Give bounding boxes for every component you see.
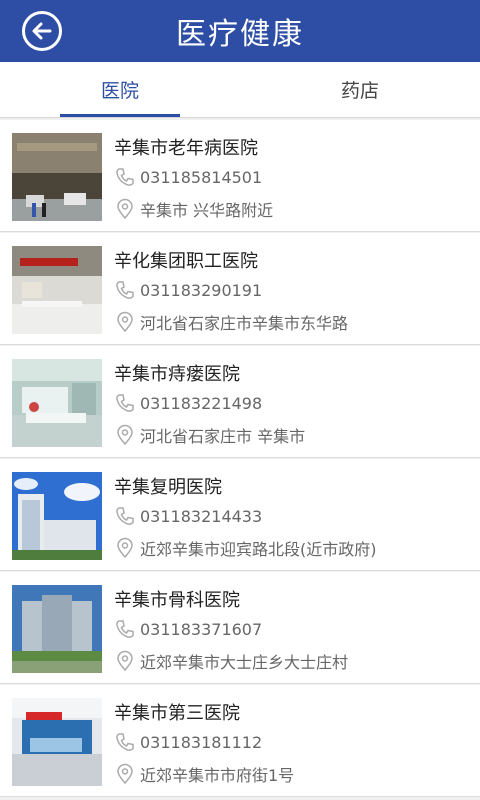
hospital-photo [12, 585, 102, 673]
tab-bar: 医院 药店 [0, 62, 480, 118]
arrow-left-icon [32, 22, 52, 40]
list-item[interactable]: 辛集市骨科医院 031183371607 近郊辛集市大士庄乡大士庄村 [0, 572, 480, 684]
list-item[interactable]: 辛集市第三医院 031183181112 近郊辛集市市府街1号 [0, 685, 480, 797]
phone-line[interactable]: 031183290191 [114, 279, 262, 301]
address-line: 河北省石家庄市 辛集市 [114, 423, 305, 447]
hospital-name: 辛集市第三医院 [114, 703, 240, 724]
location-pin-icon [117, 198, 133, 220]
phone-line[interactable]: 031185814501 [114, 166, 262, 188]
back-button[interactable] [22, 11, 62, 51]
hospital-photo [12, 698, 102, 786]
hospital-name: 辛化集团职工医院 [114, 251, 258, 272]
app-header: 医疗健康 [0, 0, 480, 62]
page-title: 医疗健康 [176, 17, 304, 52]
phone-icon [116, 168, 134, 186]
phone-line[interactable]: 031183371607 [114, 618, 262, 640]
address-line: 近郊辛集市迎宾路北段(近市政府) [114, 536, 377, 560]
phone-number: 031183221498 [140, 393, 263, 413]
hospital-name: 辛集市老年病医院 [114, 138, 258, 159]
list-item[interactable]: 辛化集团职工医院 031183290191 河北省石家庄市辛集市东华路 [0, 233, 480, 345]
list-item[interactable]: 辛集复明医院 031183214433 近郊辛集市迎宾路北段(近市政府) [0, 459, 480, 571]
address-line: 近郊辛集市市府街1号 [114, 762, 294, 786]
phone-line[interactable]: 031183221498 [114, 392, 262, 414]
hospital-photo [12, 246, 102, 334]
phone-line[interactable]: 031183181112 [114, 731, 262, 753]
location-pin-icon [117, 424, 133, 446]
phone-icon [116, 733, 134, 751]
address-line: 近郊辛集市大士庄乡大士庄村 [114, 649, 348, 673]
phone-number: 031183181112 [140, 732, 263, 752]
address-line: 河北省石家庄市辛集市东华路 [114, 310, 348, 334]
location-pin-icon [117, 763, 133, 785]
list-item[interactable]: 辛集市老年病医院 031185814501 辛集市 兴华路附近 [0, 120, 480, 232]
phone-icon [116, 281, 134, 299]
hospital-photo [12, 472, 102, 560]
phone-number: 031183214433 [140, 506, 263, 526]
phone-number: 031183290191 [140, 280, 263, 300]
location-pin-icon [117, 311, 133, 333]
hospital-name: 辛集市痔瘘医院 [114, 364, 240, 385]
address-text: 辛集市 兴华路附近 [140, 201, 274, 220]
tab-hospital[interactable]: 医院 [0, 62, 240, 117]
phone-icon [116, 620, 134, 638]
phone-icon [116, 507, 134, 525]
hospital-photo [12, 133, 102, 221]
address-text: 近郊辛集市大士庄乡大士庄村 [140, 653, 349, 672]
hospital-photo [12, 359, 102, 447]
phone-number: 031183371607 [140, 619, 263, 639]
address-text: 近郊辛集市迎宾路北段(近市政府) [140, 540, 377, 559]
address-text: 近郊辛集市市府街1号 [140, 766, 295, 785]
tab-pharmacy[interactable]: 药店 [240, 62, 480, 117]
hospital-name: 辛集市骨科医院 [114, 590, 240, 611]
phone-line[interactable]: 031183214433 [114, 505, 262, 527]
location-pin-icon [117, 650, 133, 672]
hospital-name: 辛集复明医院 [114, 477, 222, 498]
hospital-list: 辛集市老年病医院 031185814501 辛集市 兴华路附近 辛化集团职工医院 [0, 120, 480, 798]
phone-number: 031185814501 [140, 167, 263, 187]
location-pin-icon [117, 537, 133, 559]
address-line: 辛集市 兴华路附近 [114, 197, 273, 221]
phone-icon [116, 394, 134, 412]
list-item[interactable]: 辛集市痔瘘医院 031183221498 河北省石家庄市 辛集市 [0, 346, 480, 458]
address-text: 河北省石家庄市辛集市东华路 [140, 314, 349, 333]
address-text: 河北省石家庄市 辛集市 [140, 427, 306, 446]
